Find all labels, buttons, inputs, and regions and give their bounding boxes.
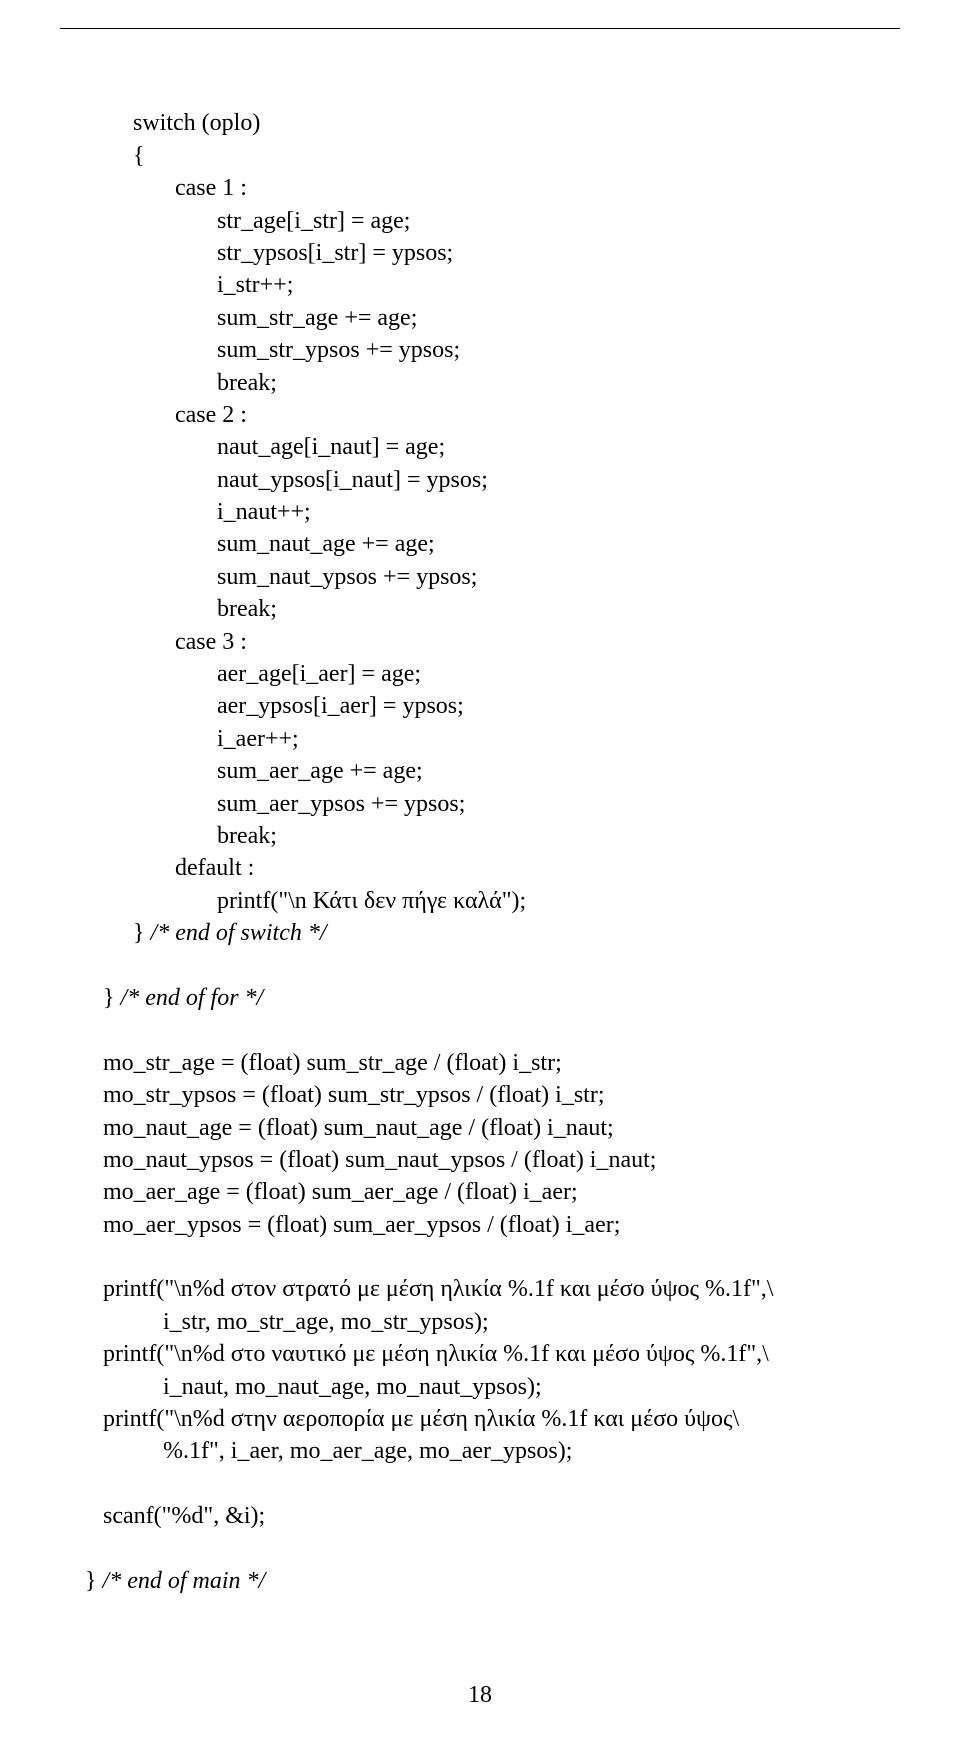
code-line: sum_naut_ypsos += ypsos;	[85, 564, 477, 590]
code-line: i_naut, mo_naut_age, mo_naut_ypsos);	[85, 1374, 542, 1400]
code-line: aer_ypsos[i_aer] = ypsos;	[85, 693, 464, 719]
code-line: mo_aer_age = (float) sum_aer_age / (floa…	[85, 1179, 578, 1205]
code-line: sum_str_ypsos += ypsos;	[85, 337, 460, 363]
code-line: }	[85, 1568, 103, 1594]
code-line: naut_age[i_naut] = age;	[85, 434, 445, 460]
page: switch (oplo) { case 1 : str_age[i_str] …	[0, 0, 960, 1754]
code-line: sum_aer_ypsos += ypsos;	[85, 791, 465, 817]
code-line: break;	[85, 823, 277, 849]
code-line: i_aer++;	[85, 726, 299, 752]
code-line: }	[85, 985, 121, 1011]
code-line: printf("\n Κάτι δεν πήγε καλά");	[85, 888, 526, 914]
code-line: %.1f", i_aer, mo_aer_age, mo_aer_ypsos);	[85, 1438, 572, 1464]
code-line: printf("\n%d στην αεροπορία με μέση ηλικ…	[85, 1406, 739, 1432]
code-comment: /* end of for */	[121, 985, 264, 1011]
top-rule	[60, 28, 900, 29]
code-line: }	[85, 920, 151, 946]
code-line: case 2 :	[85, 402, 247, 428]
code-line: mo_str_age = (float) sum_str_age / (floa…	[85, 1050, 562, 1076]
code-line: sum_str_age += age;	[85, 305, 417, 331]
code-line: break;	[85, 596, 277, 622]
code-line: {	[85, 143, 145, 169]
code-line: sum_aer_age += age;	[85, 758, 423, 784]
code-line: naut_ypsos[i_naut] = ypsos;	[85, 467, 488, 493]
code-line: break;	[85, 370, 277, 396]
code-line: printf("\n%d στον στρατό με μέση ηλικία …	[85, 1276, 773, 1302]
code-line: case 1 :	[85, 175, 247, 201]
code-line: mo_aer_ypsos = (float) sum_aer_ypsos / (…	[85, 1212, 620, 1238]
code-line: i_str++;	[85, 272, 293, 298]
code-line: scanf("%d", &i);	[85, 1503, 265, 1529]
code-line: mo_naut_age = (float) sum_naut_age / (fl…	[85, 1115, 614, 1141]
code-line: default :	[85, 855, 254, 881]
code-block: switch (oplo) { case 1 : str_age[i_str] …	[85, 75, 900, 1630]
code-line: printf("\n%d στο ναυτικό με μέση ηλικία …	[85, 1341, 769, 1367]
code-comment: /* end of main */	[103, 1568, 266, 1594]
code-line: mo_naut_ypsos = (float) sum_naut_ypsos /…	[85, 1147, 656, 1173]
code-line: switch (oplo)	[85, 110, 260, 136]
code-line: aer_age[i_aer] = age;	[85, 661, 421, 687]
code-line: sum_naut_age += age;	[85, 531, 435, 557]
code-line: case 3 :	[85, 629, 247, 655]
code-line: str_ypsos[i_str] = ypsos;	[85, 240, 453, 266]
page-number: 18	[0, 1682, 960, 1709]
code-line: str_age[i_str] = age;	[85, 208, 410, 234]
code-line: i_naut++;	[85, 499, 311, 525]
code-comment: /* end of switch */	[151, 920, 327, 946]
code-line: mo_str_ypsos = (float) sum_str_ypsos / (…	[85, 1082, 605, 1108]
code-line: i_str, mo_str_age, mo_str_ypsos);	[85, 1309, 489, 1335]
